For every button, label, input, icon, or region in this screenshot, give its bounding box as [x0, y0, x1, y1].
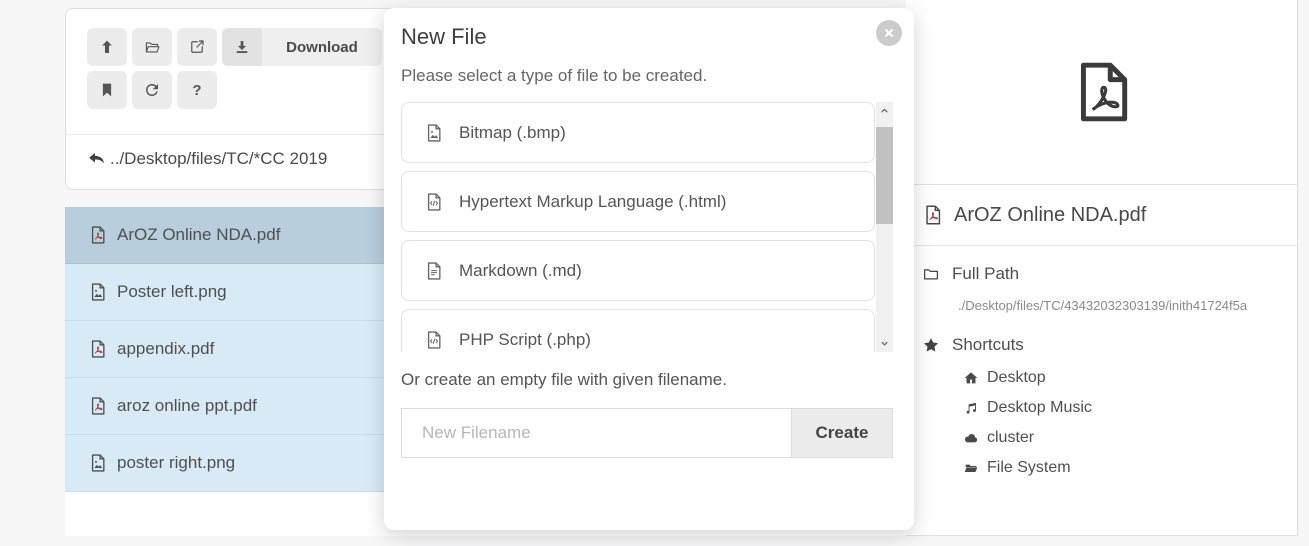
refresh-icon: [143, 81, 161, 99]
folder-open-icon: [963, 460, 979, 476]
file-manager-screen: Download ? ../Desktop/files/TC/*CC 2019 …: [0, 0, 1309, 546]
scroll-up-button[interactable]: [876, 102, 893, 119]
text-file-icon: [424, 261, 444, 281]
help-button[interactable]: ?: [177, 71, 217, 109]
details-filename: ArOZ Online NDA.pdf: [954, 204, 1146, 227]
shortcut-label: cluster: [987, 429, 1034, 447]
home-icon: [963, 370, 979, 386]
shortcut-file-system[interactable]: File System: [963, 453, 1297, 483]
pdf-file-icon: [88, 339, 108, 359]
open-folder-icon: [143, 38, 161, 56]
shortcuts-row: Shortcuts: [922, 335, 1297, 355]
shortcut-label: File System: [987, 459, 1071, 477]
pdf-preview-icon: [1073, 59, 1131, 125]
file-type-items: Bitmap (.bmp) Hypertext Markup Language …: [401, 102, 875, 352]
code-file-icon: [424, 330, 444, 350]
shortcut-cluster[interactable]: cluster: [963, 423, 1297, 453]
file-type-markdown[interactable]: Markdown (.md): [401, 240, 875, 301]
file-name: ArOZ Online NDA.pdf: [117, 225, 280, 245]
file-type-label: Hypertext Markup Language (.html): [459, 192, 726, 212]
details-title: ArOZ Online NDA.pdf: [906, 185, 1297, 246]
toolbar-row-1: Download: [87, 28, 382, 66]
music-icon: [963, 400, 979, 416]
shortcut-label: Desktop Music: [987, 399, 1092, 417]
download-icon: [222, 28, 262, 66]
full-path-row: Full Path: [922, 264, 1297, 284]
full-path-label: Full Path: [952, 264, 1019, 284]
file-type-list: Bitmap (.bmp) Hypertext Markup Language …: [401, 102, 893, 352]
cloud-icon: [963, 430, 979, 446]
open-external-button[interactable]: [177, 28, 217, 66]
file-name: aroz online ppt.pdf: [117, 396, 257, 416]
details-section: Full Path ./Desktop/files/TC/43432032303…: [906, 246, 1297, 483]
file-type-html[interactable]: Hypertext Markup Language (.html): [401, 171, 875, 232]
chevron-down-icon: [879, 338, 890, 349]
shortcuts-label: Shortcuts: [952, 335, 1024, 355]
shortcut-list: Desktop Desktop Music cluster File Syste…: [963, 363, 1297, 483]
file-type-label: PHP Script (.php): [459, 330, 591, 350]
file-type-php[interactable]: PHP Script (.php): [401, 309, 875, 352]
scroll-down-button[interactable]: [876, 335, 893, 352]
file-name: appendix.pdf: [117, 339, 214, 359]
open-folder-button[interactable]: [132, 28, 172, 66]
external-link-icon: [188, 38, 206, 56]
close-icon: [882, 26, 896, 40]
bookmark-icon: [98, 81, 116, 99]
modal-hint: Or create an empty file with given filen…: [401, 370, 727, 390]
shortcut-desktop[interactable]: Desktop: [963, 363, 1297, 393]
bookmark-button[interactable]: [87, 71, 127, 109]
upload-button[interactable]: [87, 28, 127, 66]
file-preview: [906, 0, 1297, 185]
pdf-file-icon: [922, 204, 944, 226]
file-type-bitmap[interactable]: Bitmap (.bmp): [401, 102, 875, 163]
chevron-up-icon: [879, 105, 890, 116]
file-name: poster right.png: [117, 453, 235, 473]
modal-subtitle: Please select a type of file to be creat…: [401, 66, 707, 86]
full-path-value: ./Desktop/files/TC/43432032303139/inith4…: [958, 298, 1297, 313]
download-label: Download: [262, 39, 382, 56]
back-arrow-icon: [87, 149, 107, 169]
scrollbar[interactable]: [876, 102, 893, 352]
file-type-label: Bitmap (.bmp): [459, 123, 566, 143]
details-panel: ArOZ Online NDA.pdf Full Path ./Desktop/…: [906, 0, 1298, 536]
star-icon: [922, 336, 940, 354]
scrollbar-thumb[interactable]: [876, 127, 893, 224]
modal-title: New File: [401, 24, 487, 50]
filename-input[interactable]: [401, 408, 791, 458]
file-name: Poster left.png: [117, 282, 227, 302]
refresh-button[interactable]: [132, 71, 172, 109]
breadcrumb[interactable]: ../Desktop/files/TC/*CC 2019: [87, 149, 327, 169]
shortcut-desktop-music[interactable]: Desktop Music: [963, 393, 1297, 423]
image-file-icon: [88, 282, 108, 302]
file-type-label: Markdown (.md): [459, 261, 582, 281]
shortcut-label: Desktop: [987, 369, 1046, 387]
close-button[interactable]: [876, 20, 902, 46]
folder-icon: [922, 265, 940, 283]
breadcrumb-path: ../Desktop/files/TC/*CC 2019: [110, 149, 327, 169]
code-file-icon: [424, 192, 444, 212]
new-file-modal: New File Please select a type of file to…: [384, 8, 914, 530]
filename-input-row: Create: [401, 408, 893, 458]
create-button[interactable]: Create: [791, 408, 893, 458]
image-file-icon: [424, 123, 444, 143]
upload-icon: [98, 38, 116, 56]
toolbar-row-2: ?: [87, 71, 217, 109]
pdf-file-icon: [88, 225, 108, 245]
image-file-icon: [88, 453, 108, 473]
pdf-file-icon: [88, 396, 108, 416]
download-button[interactable]: Download: [222, 28, 382, 66]
